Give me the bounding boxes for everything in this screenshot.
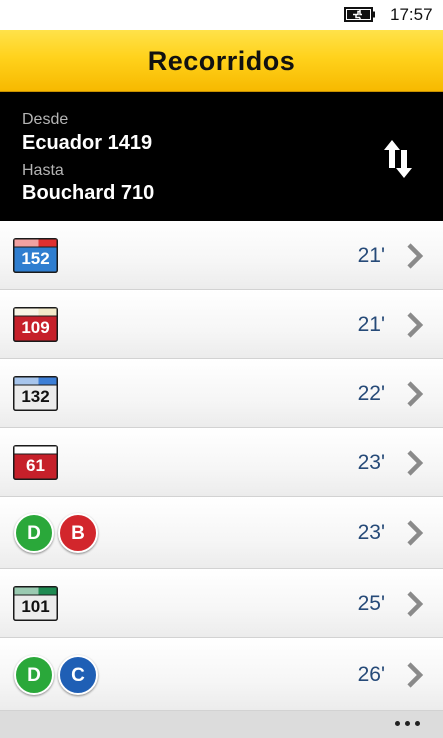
bus-line-badge: 109: [13, 307, 58, 342]
trip-row[interactable]: 132 22': [0, 359, 443, 428]
chevron-right-icon: [407, 312, 424, 338]
trip-row[interactable]: D B 23': [0, 497, 443, 569]
trip-duration: 26': [357, 663, 385, 686]
chevron-right-icon: [407, 381, 424, 407]
trip-duration: 23': [357, 451, 385, 474]
status-bar: 17:57: [0, 0, 443, 30]
subway-line-d-badge: D: [14, 655, 54, 695]
bus-line-badge: 152: [13, 238, 58, 273]
battery-charging-icon: [344, 7, 375, 22]
more-ellipsis-icon[interactable]: [395, 719, 425, 727]
bus-line-number: 109: [21, 318, 50, 337]
bus-line-number: 101: [21, 597, 50, 616]
trip-row[interactable]: 109 21': [0, 290, 443, 359]
bus-line-number: 61: [26, 456, 45, 475]
page-title: Recorridos: [147, 46, 296, 76]
to-address[interactable]: Bouchard 710: [22, 182, 154, 205]
bus-line-badge: 101: [13, 586, 58, 621]
bus-line-badge: 132: [13, 376, 58, 411]
bus-line-badge: 61: [13, 445, 58, 480]
route-panel: Desde Ecuador 1419 Hasta Bouchard 710: [0, 92, 443, 221]
trip-list: 152 21' 109 21' 132 22' 61 23' D B 23' 101 25' D C 26': [0, 221, 443, 711]
bus-line-number: 152: [21, 249, 50, 268]
header-bar: Recorridos: [0, 30, 443, 92]
from-address[interactable]: Ecuador 1419: [22, 132, 152, 155]
subway-line-b-badge: B: [58, 513, 98, 553]
trip-duration: 22': [357, 382, 385, 405]
trip-row[interactable]: 61 23': [0, 428, 443, 497]
app-bar: [0, 711, 443, 738]
swap-arrows-icon[interactable]: [380, 138, 416, 180]
chevron-right-icon: [407, 662, 424, 688]
chevron-right-icon: [407, 450, 424, 476]
to-label: Hasta: [22, 162, 64, 179]
subway-line-c-badge: C: [58, 655, 98, 695]
trip-duration: 21': [357, 313, 385, 336]
trip-row[interactable]: D C 26': [0, 638, 443, 711]
trip-duration: 25': [357, 592, 385, 615]
trip-row[interactable]: 101 25': [0, 569, 443, 638]
chevron-right-icon: [407, 591, 424, 617]
chevron-right-icon: [407, 243, 424, 269]
bus-line-number: 132: [21, 387, 50, 406]
status-time: 17:57: [390, 5, 433, 24]
chevron-right-icon: [407, 520, 424, 546]
subway-line-d-badge: D: [14, 513, 54, 553]
from-label: Desde: [22, 111, 69, 128]
trip-duration: 21': [357, 244, 385, 267]
trip-row[interactable]: 152 21': [0, 221, 443, 290]
trip-duration: 23': [357, 521, 385, 544]
